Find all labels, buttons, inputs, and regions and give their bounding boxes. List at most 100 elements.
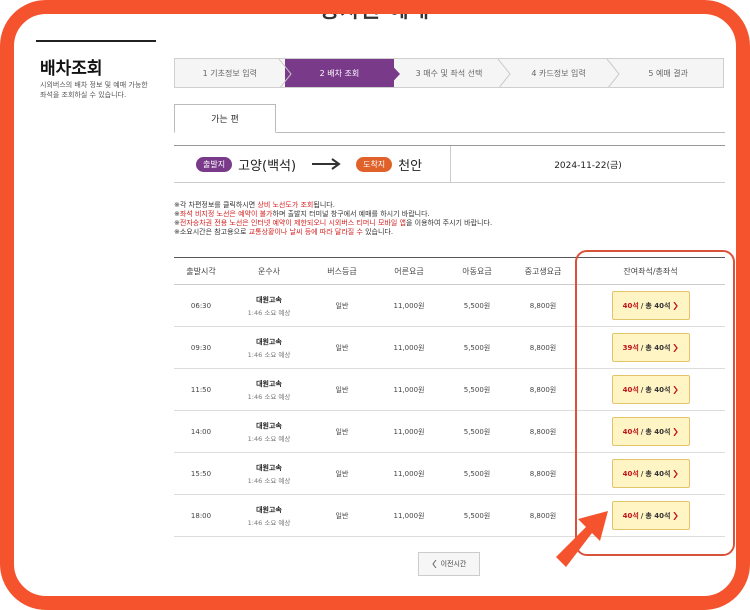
company-name: 대원고속	[256, 295, 282, 304]
remaining-seats: 39석	[622, 343, 639, 352]
company-name: 대원고속	[256, 463, 282, 472]
bus-grade: 일반	[335, 385, 349, 394]
table-row[interactable]: 11:50 대원고속 1:46 소요 예상 일반 11,000원 5,500원 8,800원…	[174, 369, 725, 411]
header-company: 운수사	[257, 266, 281, 276]
page-title: 승차권 예매	[320, 0, 430, 22]
student-fare: 8,800원	[529, 301, 557, 310]
table-row[interactable]: 14:00 대원고속 1:46 소요 예상 일반 11,000원 5,500원 8,800원…	[174, 411, 725, 453]
seat-select-button[interactable]: 40석 / 총 40석	[611, 501, 690, 530]
adult-fare: 11,000원	[393, 343, 425, 352]
company-name: 대원고속	[256, 337, 282, 346]
departure-time: 18:00	[190, 511, 212, 520]
student-fare: 8,800원	[529, 385, 557, 394]
duration: 1:46 소요 예상	[247, 434, 291, 443]
step-label: 4 카드정보 입력	[531, 68, 586, 78]
company-name: 대원고속	[256, 379, 282, 388]
duration: 1:46 소요 예상	[247, 518, 291, 527]
seat-separator: /	[640, 343, 644, 352]
total-seats: 총 40석	[645, 511, 671, 520]
step-separator	[497, 59, 511, 87]
company-name: 대원고속	[256, 505, 282, 514]
table-row[interactable]: 06:30 대원고속 1:46 소요 예상 일반 11,000원 5,500원 8,800원…	[174, 285, 725, 327]
left-title-rule	[36, 40, 156, 42]
chevron-right-icon	[673, 343, 679, 352]
departure-time: 06:30	[190, 301, 212, 310]
student-fare: 8,800원	[529, 469, 557, 478]
company-name: 대원고속	[256, 421, 282, 430]
departure-time: 15:50	[190, 469, 212, 478]
adult-fare: 11,000원	[393, 427, 425, 436]
chevron-right-icon	[673, 385, 679, 394]
notice-list: ※각 차편정보를 클릭하시면 상비 노선도가 조회됩니다. ※좌석 비지정 노선…	[174, 201, 492, 237]
company-cell: 대원고속 1:46 소요 예상	[228, 295, 310, 317]
seat-select-button[interactable]: 39석 / 총 40석	[611, 333, 690, 362]
table-row[interactable]: 15:50 대원고속 1:46 소요 예상 일반 11,000원 5,500원 8,800원…	[174, 453, 725, 495]
child-fare: 5,500원	[463, 343, 491, 352]
header-adult-fare: 어른요금	[394, 266, 424, 276]
bus-grade: 일반	[335, 427, 349, 436]
adult-fare: 11,000원	[393, 301, 425, 310]
schedule-table: 출발시각 운수사 버스등급 어른요금 아동요금 중고생요금 잔여좌석/총좌석 0…	[174, 257, 725, 537]
departure-time: 11:50	[190, 385, 212, 394]
company-cell: 대원고속 1:46 소요 예상	[228, 463, 310, 485]
bus-grade: 일반	[335, 343, 349, 352]
progress-steps: 1 기초정보 입력 2 배차 조회 3 매수 및 좌석 선택 4 카드정보 입력…	[174, 58, 724, 88]
duration: 1:46 소요 예상	[247, 392, 291, 401]
seat-select-button[interactable]: 40석 / 총 40석	[611, 417, 690, 446]
table-row[interactable]: 09:30 대원고속 1:46 소요 예상 일반 11,000원 5,500원 8,800원…	[174, 327, 725, 369]
notice-item: ※각 차편정보를 클릭하시면 상비 노선도가 조회됩니다.	[174, 201, 335, 209]
step-label: 3 매수 및 좌석 선택	[415, 68, 483, 78]
step-separator	[386, 59, 401, 87]
student-fare: 8,800원	[529, 343, 557, 352]
adult-fare: 11,000원	[393, 511, 425, 520]
student-fare: 8,800원	[529, 427, 557, 436]
route-summary: 출발지 고양(백석) 도착지 천안 2024-11-22(금)	[174, 145, 725, 183]
seat-select-button[interactable]: 40석 / 총 40석	[611, 459, 690, 488]
remaining-seats: 40석	[622, 511, 639, 520]
seat-select-button[interactable]: 40석 / 총 40석	[611, 375, 690, 404]
step-1: 1 기초정보 입력	[175, 59, 292, 87]
table-row[interactable]: 18:00 대원고속 1:46 소요 예상 일반 11,000원 5,500원 8,800원…	[174, 495, 725, 537]
company-cell: 대원고속 1:46 소요 예상	[228, 337, 310, 359]
remaining-seats: 40석	[622, 385, 639, 394]
chevron-right-icon	[673, 301, 679, 310]
header-child-fare: 아동요금	[462, 266, 492, 276]
departure-time: 14:00	[190, 427, 212, 436]
company-cell: 대원고속 1:46 소요 예상	[228, 421, 310, 443]
duration: 1:46 소요 예상	[247, 476, 291, 485]
seat-cell: 40석 / 총 40석	[576, 459, 725, 488]
seat-separator: /	[640, 511, 644, 520]
header-departure-time: 출발시각	[186, 266, 216, 276]
total-seats: 총 40석	[645, 301, 671, 310]
adult-fare: 11,000원	[393, 469, 425, 478]
total-seats: 총 40석	[645, 343, 671, 352]
step-separator	[606, 59, 621, 87]
step-label: 2 배차 조회	[319, 68, 360, 78]
departure-place: 고양(백석)	[238, 158, 297, 174]
tab-outbound[interactable]: 가는 편	[174, 104, 276, 133]
seat-cell: 40석 / 총 40석	[576, 291, 725, 320]
section-description: 시외버스의 배차 정보 및 예매 가능한 좌석을 조회하실 수 있습니다.	[40, 81, 148, 99]
section-title: 배차조회	[40, 59, 103, 79]
header-grade: 버스등급	[327, 266, 357, 276]
seat-separator: /	[640, 301, 644, 310]
previous-time-button[interactable]: 이전시간	[418, 552, 480, 576]
child-fare: 5,500원	[463, 427, 491, 436]
previous-time-label: 이전시간	[440, 560, 467, 568]
bus-grade: 일반	[335, 511, 349, 520]
bus-grade: 일반	[335, 301, 349, 310]
total-seats: 총 40석	[645, 427, 671, 436]
table-header: 출발시각 운수사 버스등급 어른요금 아동요금 중고생요금 잔여좌석/총좌석	[174, 257, 725, 285]
seat-separator: /	[640, 385, 644, 394]
header-seats: 잔여좌석/총좌석	[623, 266, 678, 276]
step-label: 5 예매 결과	[648, 68, 688, 78]
seat-select-button[interactable]: 40석 / 총 40석	[611, 291, 690, 320]
header-student-fare: 중고생요금	[524, 266, 562, 276]
seat-separator: /	[640, 469, 644, 478]
departure-time: 09:30	[190, 343, 212, 352]
seat-cell: 40석 / 총 40석	[576, 375, 725, 404]
chevron-right-icon	[673, 469, 679, 478]
child-fare: 5,500원	[463, 469, 491, 478]
step-label: 1 기초정보 입력	[202, 68, 257, 78]
duration: 1:46 소요 예상	[247, 350, 291, 359]
